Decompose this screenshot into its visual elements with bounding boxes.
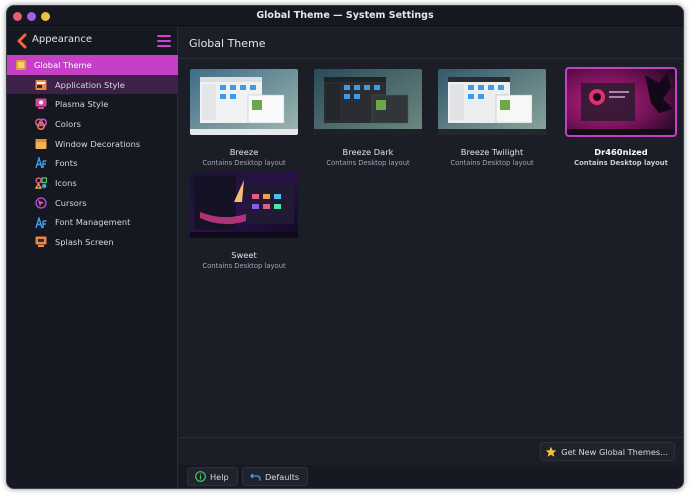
colors-icon — [35, 118, 47, 131]
theme-name: Breeze Twilight — [460, 147, 524, 157]
sidebar-item-colors[interactable]: Colors — [7, 114, 178, 134]
sidebar-item-label: Icons — [55, 177, 77, 188]
sidebar-item-splash-screen[interactable]: Splash Screen — [7, 232, 178, 252]
system-settings-window: Global Theme — System Settings Appearanc… — [6, 5, 684, 489]
plasma-style-icon — [35, 98, 47, 110]
defaults-button[interactable]: Defaults — [242, 467, 309, 486]
sidebar-header: Appearance — [7, 27, 177, 55]
sidebar-item-label: Splash Screen — [55, 237, 114, 248]
page-title: Global Theme — [189, 37, 266, 50]
sidebar-item-icons[interactable]: Icons — [7, 173, 178, 193]
theme-card-dr460nized[interactable]: Dr460nized Contains Desktop layout — [565, 67, 677, 169]
theme-preview-breeze — [190, 69, 298, 135]
sidebar-item-label: Cursors — [55, 197, 87, 208]
help-label: Help — [210, 471, 229, 482]
help-icon — [195, 471, 206, 482]
theme-subtitle: Contains Desktop layout — [202, 262, 286, 270]
splash-screen-icon — [35, 236, 47, 248]
sidebar-item-font-management[interactable]: Font Management — [7, 213, 178, 233]
get-new-themes-button[interactable]: Get New Global Themes... — [540, 442, 675, 461]
sidebar-item-label: Application Style — [55, 79, 125, 90]
theme-card-breeze-twilight[interactable]: Breeze Twilight Contains Desktop layout — [438, 69, 546, 169]
sidebar-title: Appearance — [32, 34, 93, 45]
sidebar-item-application-style[interactable]: Application Style — [7, 74, 178, 95]
application-style-icon — [35, 79, 47, 90]
window-decorations-icon — [35, 138, 47, 149]
get-new-themes-label: Get New Global Themes... — [561, 446, 668, 457]
theme-subtitle: Contains Desktop layout — [574, 159, 668, 167]
theme-preview-sweet — [190, 172, 298, 238]
sidebar-item-plasma-style[interactable]: Plasma Style — [7, 94, 178, 114]
header-divider — [179, 58, 683, 59]
footer-divider — [179, 437, 683, 438]
sidebar-item-label: Colors — [55, 118, 81, 129]
help-button[interactable]: Help — [187, 467, 238, 486]
sidebar: Appearance Global Theme Application Styl… — [7, 27, 178, 488]
sidebar-item-window-decorations[interactable]: Window Decorations — [7, 134, 178, 154]
theme-card-sweet[interactable]: Sweet Contains Desktop layout — [190, 172, 298, 272]
theme-subtitle: Contains Desktop layout — [326, 159, 410, 167]
hamburger-menu-icon[interactable] — [157, 35, 171, 47]
star-icon — [546, 446, 557, 457]
sidebar-item-cursors[interactable]: Cursors — [7, 193, 178, 213]
sidebar-item-label: Global Theme — [34, 59, 92, 70]
icons-icon — [35, 177, 47, 189]
theme-card-breeze-dark[interactable]: Breeze Dark Contains Desktop layout — [314, 69, 422, 169]
sidebar-item-label: Plasma Style — [55, 99, 109, 110]
theme-preview-dr460nized — [565, 67, 677, 137]
cursors-icon — [35, 197, 47, 209]
undo-icon — [250, 473, 261, 481]
fonts-icon — [35, 157, 47, 169]
sidebar-item-fonts[interactable]: Fonts — [7, 153, 178, 173]
theme-subtitle: Contains Desktop layout — [450, 159, 534, 167]
theme-name: Breeze — [229, 147, 259, 157]
sidebar-item-global-theme[interactable]: Global Theme — [7, 55, 178, 75]
theme-name: Sweet — [231, 250, 257, 260]
font-management-icon — [35, 216, 47, 228]
theme-name: Breeze Dark — [342, 147, 394, 157]
window-title: Global Theme — System Settings — [256, 10, 434, 21]
back-arrow-icon[interactable] — [16, 33, 28, 49]
defaults-label: Defaults — [265, 471, 300, 482]
global-theme-icon — [16, 60, 26, 70]
theme-preview-breeze-twilight — [438, 69, 546, 135]
theme-subtitle: Contains Desktop layout — [202, 159, 286, 167]
theme-card-breeze[interactable]: Breeze Contains Desktop layout — [190, 69, 298, 169]
sidebar-list: Global Theme Application Style Plasma St… — [7, 55, 178, 252]
sidebar-item-label: Fonts — [55, 158, 78, 169]
theme-name: Dr460nized — [594, 147, 648, 157]
main-content: Global Theme Breeze Contains Desktop lay… — [179, 27, 683, 488]
sidebar-item-label: Window Decorations — [55, 138, 141, 149]
theme-preview-breeze-dark — [314, 69, 422, 135]
title-bar: Global Theme — System Settings — [7, 6, 683, 26]
sidebar-item-label: Font Management — [55, 217, 131, 228]
